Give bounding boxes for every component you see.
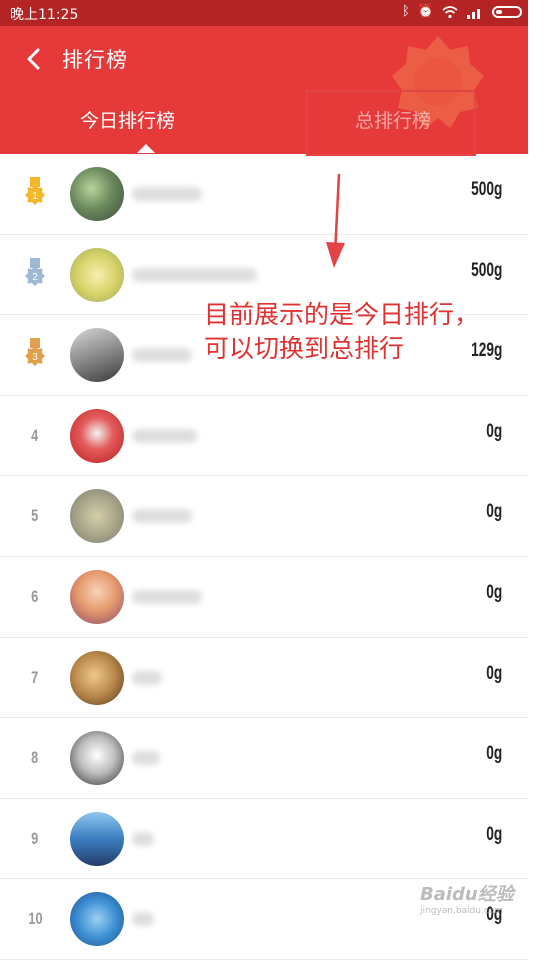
right-margin bbox=[528, 0, 548, 942]
tab-highlight-box bbox=[306, 90, 476, 156]
avatar[interactable] bbox=[70, 569, 124, 624]
rank-cell: 6 bbox=[20, 557, 50, 637]
ranking-list: 1 500g 2 500g 3 129g 4 0g 5 0g 6 0g 7 0g… bbox=[0, 154, 528, 960]
weight-value: 0g bbox=[486, 581, 502, 603]
signal-icon bbox=[467, 9, 480, 19]
avatar[interactable] bbox=[70, 408, 124, 463]
ranking-row[interactable]: 6 0g bbox=[0, 557, 528, 638]
rank-number: 4 bbox=[31, 425, 39, 445]
rank-cell: 8 bbox=[20, 718, 50, 798]
rank-cell: 7 bbox=[20, 638, 50, 718]
avatar[interactable] bbox=[70, 731, 124, 786]
weight-value: 500g bbox=[470, 259, 502, 281]
ranking-row[interactable]: 9 0g bbox=[0, 799, 528, 880]
avatar[interactable] bbox=[70, 247, 124, 302]
status-time: 晚上11:25 bbox=[10, 7, 79, 23]
blurred-username bbox=[132, 187, 202, 201]
bronze-medal-icon: 3 bbox=[25, 338, 45, 367]
rank-number: 8 bbox=[31, 748, 39, 768]
rank-cell: 2 bbox=[20, 235, 50, 315]
ranking-row[interactable]: 5 0g bbox=[0, 476, 528, 557]
alarm-icon: ⏰ bbox=[417, 4, 434, 19]
ranking-row[interactable]: 8 0g bbox=[0, 718, 528, 799]
weight-value: 0g bbox=[486, 662, 502, 684]
annotation-line-2: 可以切换到总排行 bbox=[204, 334, 405, 363]
blurred-username bbox=[132, 912, 154, 927]
annotation-line-1: 目前展示的是今日排行， bbox=[204, 300, 480, 329]
blurred-username bbox=[132, 267, 257, 282]
svg-text:1: 1 bbox=[32, 191, 38, 202]
blurred-username bbox=[132, 751, 160, 766]
ranking-row[interactable]: 7 0g bbox=[0, 638, 528, 719]
blurred-username bbox=[132, 348, 192, 363]
ranking-row[interactable]: 1 500g bbox=[0, 154, 528, 235]
rank-number: 6 bbox=[31, 586, 39, 606]
battery-icon bbox=[492, 6, 522, 18]
avatar[interactable] bbox=[70, 650, 124, 705]
tab-today-ranking[interactable]: 今日排行榜 bbox=[80, 106, 175, 142]
rank-number: 10 bbox=[27, 909, 43, 929]
rank-cell: 3 bbox=[20, 315, 50, 395]
weight-value: 500g bbox=[470, 179, 502, 200]
rank-cell: 9 bbox=[20, 799, 50, 879]
annotation-text: 目前展示的是今日排行， 可以切换到总排行 bbox=[204, 298, 514, 366]
watermark: Baidu经验 jingyan.baidu.com bbox=[420, 880, 514, 916]
svg-text:2: 2 bbox=[32, 272, 38, 283]
avatar[interactable] bbox=[70, 328, 124, 383]
back-arrow-icon[interactable] bbox=[20, 44, 50, 74]
ranking-row[interactable]: 4 0g bbox=[0, 396, 528, 477]
status-icons: ᛒ ⏰ bbox=[402, 3, 522, 21]
wifi-icon bbox=[442, 6, 458, 19]
avatar[interactable] bbox=[70, 489, 124, 544]
bluetooth-icon: ᛒ bbox=[402, 4, 410, 19]
weight-value: 0g bbox=[486, 420, 502, 442]
status-bar: 晚上11:25 ᛒ ⏰ bbox=[0, 0, 528, 26]
active-tab-indicator bbox=[137, 144, 155, 153]
watermark-main: Baidu经验 bbox=[420, 884, 514, 905]
blurred-username bbox=[132, 589, 202, 604]
avatar[interactable] bbox=[70, 811, 124, 866]
rank-number: 5 bbox=[31, 506, 39, 526]
silver-medal-icon: 2 bbox=[25, 257, 45, 286]
page-title: 排行榜 bbox=[62, 48, 128, 72]
rank-number: 9 bbox=[31, 828, 39, 848]
weight-value: 0g bbox=[486, 743, 502, 765]
blurred-username bbox=[132, 509, 192, 524]
ranking-screen: 晚上11:25 ᛒ ⏰ 排行榜 今日排行榜 总排行榜 1 500g 2 500g… bbox=[0, 0, 528, 960]
avatar[interactable] bbox=[70, 892, 124, 947]
avatar[interactable] bbox=[70, 167, 124, 221]
blurred-username bbox=[132, 428, 197, 443]
rank-cell: 5 bbox=[20, 476, 50, 556]
blurred-username bbox=[132, 831, 154, 846]
weight-value: 0g bbox=[486, 501, 502, 523]
weight-value: 0g bbox=[486, 823, 502, 845]
watermark-sub: jingyan.baidu.com bbox=[420, 906, 504, 916]
rank-cell: 4 bbox=[20, 396, 50, 476]
rank-cell: 10 bbox=[20, 879, 50, 959]
gold-medal-icon: 1 bbox=[25, 177, 45, 205]
svg-text:3: 3 bbox=[32, 352, 38, 363]
rank-number: 7 bbox=[31, 667, 39, 687]
blurred-username bbox=[132, 670, 162, 685]
rank-cell: 1 bbox=[20, 154, 50, 234]
annotation-arrow-icon bbox=[326, 173, 345, 268]
